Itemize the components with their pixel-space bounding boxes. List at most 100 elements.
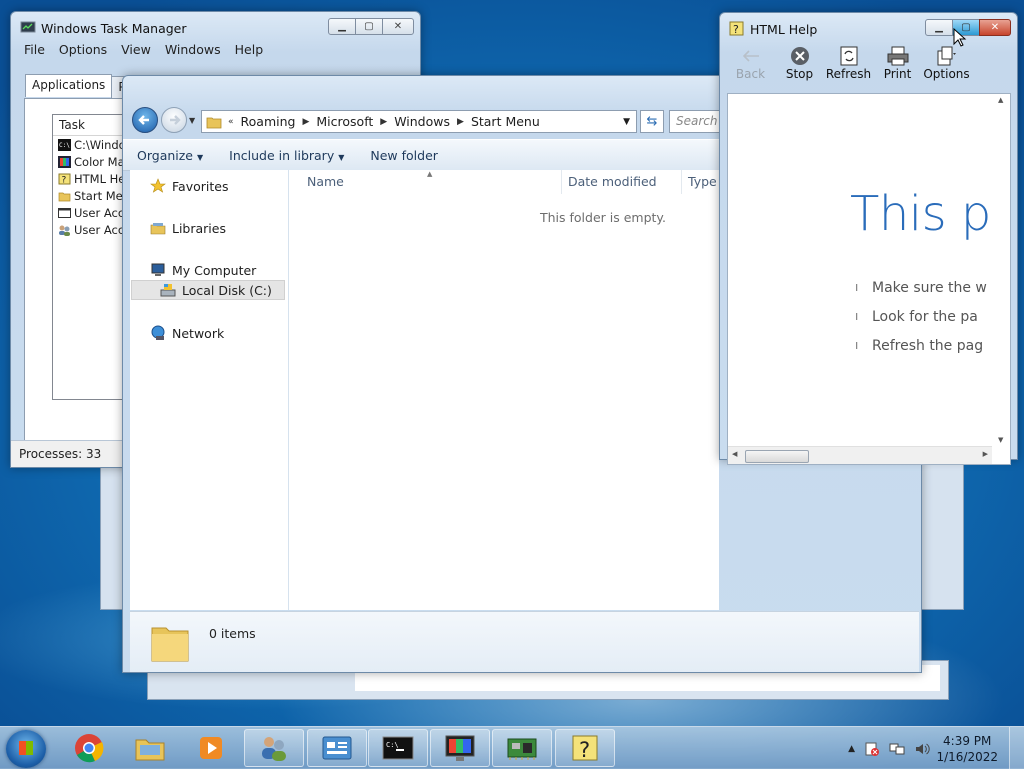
breadcrumb-arrow-icon[interactable]: ▶ <box>378 117 389 127</box>
network-status-icon[interactable] <box>889 741 905 757</box>
help-content[interactable]: This pa Make sure the w Look for the pa … <box>727 93 1011 465</box>
computer-icon <box>151 263 165 276</box>
html-help-titlebar[interactable]: ? HTML Help ▁ ▢ ✕ <box>720 13 1017 43</box>
recent-pages-chevron-icon[interactable]: ▼ <box>189 116 195 125</box>
breadcrumb-roaming[interactable]: Roaming <box>236 114 301 129</box>
nav-label: My Computer <box>172 262 257 278</box>
cmd-icon: C:\ <box>382 736 414 760</box>
scroll-up-icon[interactable]: ▲ <box>998 96 1003 104</box>
scroll-right-icon[interactable]: ▶ <box>983 450 988 458</box>
star-icon <box>150 178 166 193</box>
navigation-pane: Favorites Libraries My Computer Local Di… <box>130 170 289 610</box>
breadcrumb-arrow-icon[interactable]: ▶ <box>300 117 311 127</box>
include-in-library-button[interactable]: Include in library ▼ <box>229 148 344 163</box>
clock-time: 4:39 PM <box>943 734 992 748</box>
stop-icon <box>790 47 809 65</box>
disk-icon <box>160 284 176 297</box>
menu-help[interactable]: Help <box>228 42 271 57</box>
maximize-button[interactable]: ▢ <box>355 18 383 35</box>
column-name[interactable]: Name ▲ <box>289 170 562 194</box>
help-bullet: Refresh the pag <box>855 338 983 354</box>
window-icon <box>58 207 71 218</box>
help-icon: ? <box>58 173 71 185</box>
cmd-icon: C:\ <box>58 138 71 151</box>
refresh-button[interactable]: Refresh <box>824 43 873 91</box>
task-manager-title: Windows Task Manager <box>41 21 187 36</box>
taskbar-user-accounts[interactable] <box>244 729 304 767</box>
help-bullet: Look for the pa <box>855 309 978 325</box>
maximize-icon: ▢ <box>364 21 374 32</box>
taskbar-command-prompt[interactable]: C:\ <box>368 729 428 767</box>
action-center-icon[interactable] <box>864 741 880 757</box>
breadcrumb-microsoft[interactable]: Microsoft <box>311 114 378 129</box>
task-manager-icon <box>20 21 36 33</box>
scroll-left-icon[interactable]: ◀ <box>732 450 737 458</box>
print-button[interactable]: Print <box>873 43 922 91</box>
scroll-down-icon[interactable]: ▼ <box>998 436 1003 444</box>
nav-label: Local Disk (C:) <box>182 282 272 298</box>
address-bar[interactable]: « Roaming ▶ Microsoft ▶ Windows ▶ Start … <box>201 110 637 133</box>
new-folder-button[interactable]: New folder <box>370 148 438 163</box>
back-button[interactable]: Back <box>726 43 775 91</box>
breadcrumb-arrow-icon[interactable]: ▶ <box>455 117 466 127</box>
users-icon <box>59 225 70 236</box>
horizontal-scrollbar[interactable]: ◀ ▶ <box>728 446 992 464</box>
taskbar-explorer[interactable] <box>120 729 180 767</box>
breadcrumb-start-menu[interactable]: Start Menu <box>466 114 545 129</box>
breadcrumb-windows[interactable]: Windows <box>389 114 455 129</box>
nav-label: Libraries <box>172 220 226 236</box>
menu-view[interactable]: View <box>114 42 158 57</box>
taskbar-media-player[interactable] <box>181 729 241 767</box>
refresh-button[interactable]: ⇆ <box>640 110 664 133</box>
taskbar-color-management[interactable] <box>430 729 490 767</box>
details-pane: 0 items <box>130 611 919 672</box>
show-hidden-icons-icon[interactable]: ▲ <box>848 744 855 754</box>
close-button[interactable]: ✕ <box>979 19 1011 36</box>
minimize-icon: ▁ <box>935 22 943 33</box>
back-button[interactable] <box>132 107 158 133</box>
address-dropdown-icon[interactable]: ▼ <box>623 117 630 127</box>
notification-area: ▲ <box>848 741 930 757</box>
taskbar-control-panel[interactable] <box>307 729 367 767</box>
minimize-button[interactable]: ▁ <box>925 19 953 36</box>
system-clock[interactable]: 4:39 PM 1/16/2022 <box>936 733 998 765</box>
minimize-icon: ▁ <box>338 21 346 32</box>
menu-options[interactable]: Options <box>52 42 114 57</box>
close-button[interactable]: ✕ <box>382 18 414 35</box>
refresh-icon <box>840 46 857 66</box>
forward-button[interactable] <box>161 107 187 133</box>
nav-libraries[interactable]: Libraries <box>150 220 226 236</box>
taskbar-chrome[interactable] <box>59 729 119 767</box>
show-desktop-button[interactable] <box>1009 727 1024 769</box>
nav-my-computer[interactable]: My Computer <box>150 262 256 278</box>
nav-local-disk[interactable]: Local Disk (C:) <box>131 280 285 300</box>
nav-network[interactable]: Network <box>150 325 224 341</box>
horizontal-scroll-thumb[interactable] <box>745 450 809 463</box>
file-list[interactable]: Name ▲ Date modified Type This folder is … <box>289 170 719 610</box>
start-button[interactable] <box>6 730 46 768</box>
breadcrumb-overflow[interactable]: « <box>226 117 236 127</box>
nav-favorites[interactable]: Favorites <box>150 178 228 194</box>
svg-text:?: ? <box>733 23 739 36</box>
taskbar-task-manager[interactable] <box>492 729 552 767</box>
chevron-down-icon: ▼ <box>338 152 345 162</box>
minimize-button[interactable]: ▁ <box>328 18 356 35</box>
task-manager-titlebar[interactable]: Windows Task Manager ▁ ▢ ✕ <box>11 12 420 42</box>
svg-text:?: ? <box>62 175 67 185</box>
options-button[interactable]: Options <box>922 43 971 91</box>
item-count: 0 items <box>209 626 256 641</box>
organize-button[interactable]: Organize ▼ <box>137 148 203 163</box>
taskbar-html-help[interactable]: ? <box>555 729 615 767</box>
tab-applications[interactable]: Applications <box>25 74 113 97</box>
color-management-icon <box>58 155 71 168</box>
print-label: Print <box>883 67 912 81</box>
column-date-modified[interactable]: Date modified <box>562 170 682 194</box>
mouse-cursor-icon <box>953 28 967 47</box>
stop-button[interactable]: Stop <box>775 43 824 91</box>
vertical-scrollbar[interactable]: ▲ ▼ <box>993 94 1010 446</box>
menu-file[interactable]: File <box>17 42 52 57</box>
volume-icon[interactable] <box>914 741 930 757</box>
stop-label: Stop <box>785 67 814 81</box>
help-toolbar: Back Stop Refresh Print Options <box>726 43 1011 91</box>
menu-windows[interactable]: Windows <box>158 42 228 57</box>
